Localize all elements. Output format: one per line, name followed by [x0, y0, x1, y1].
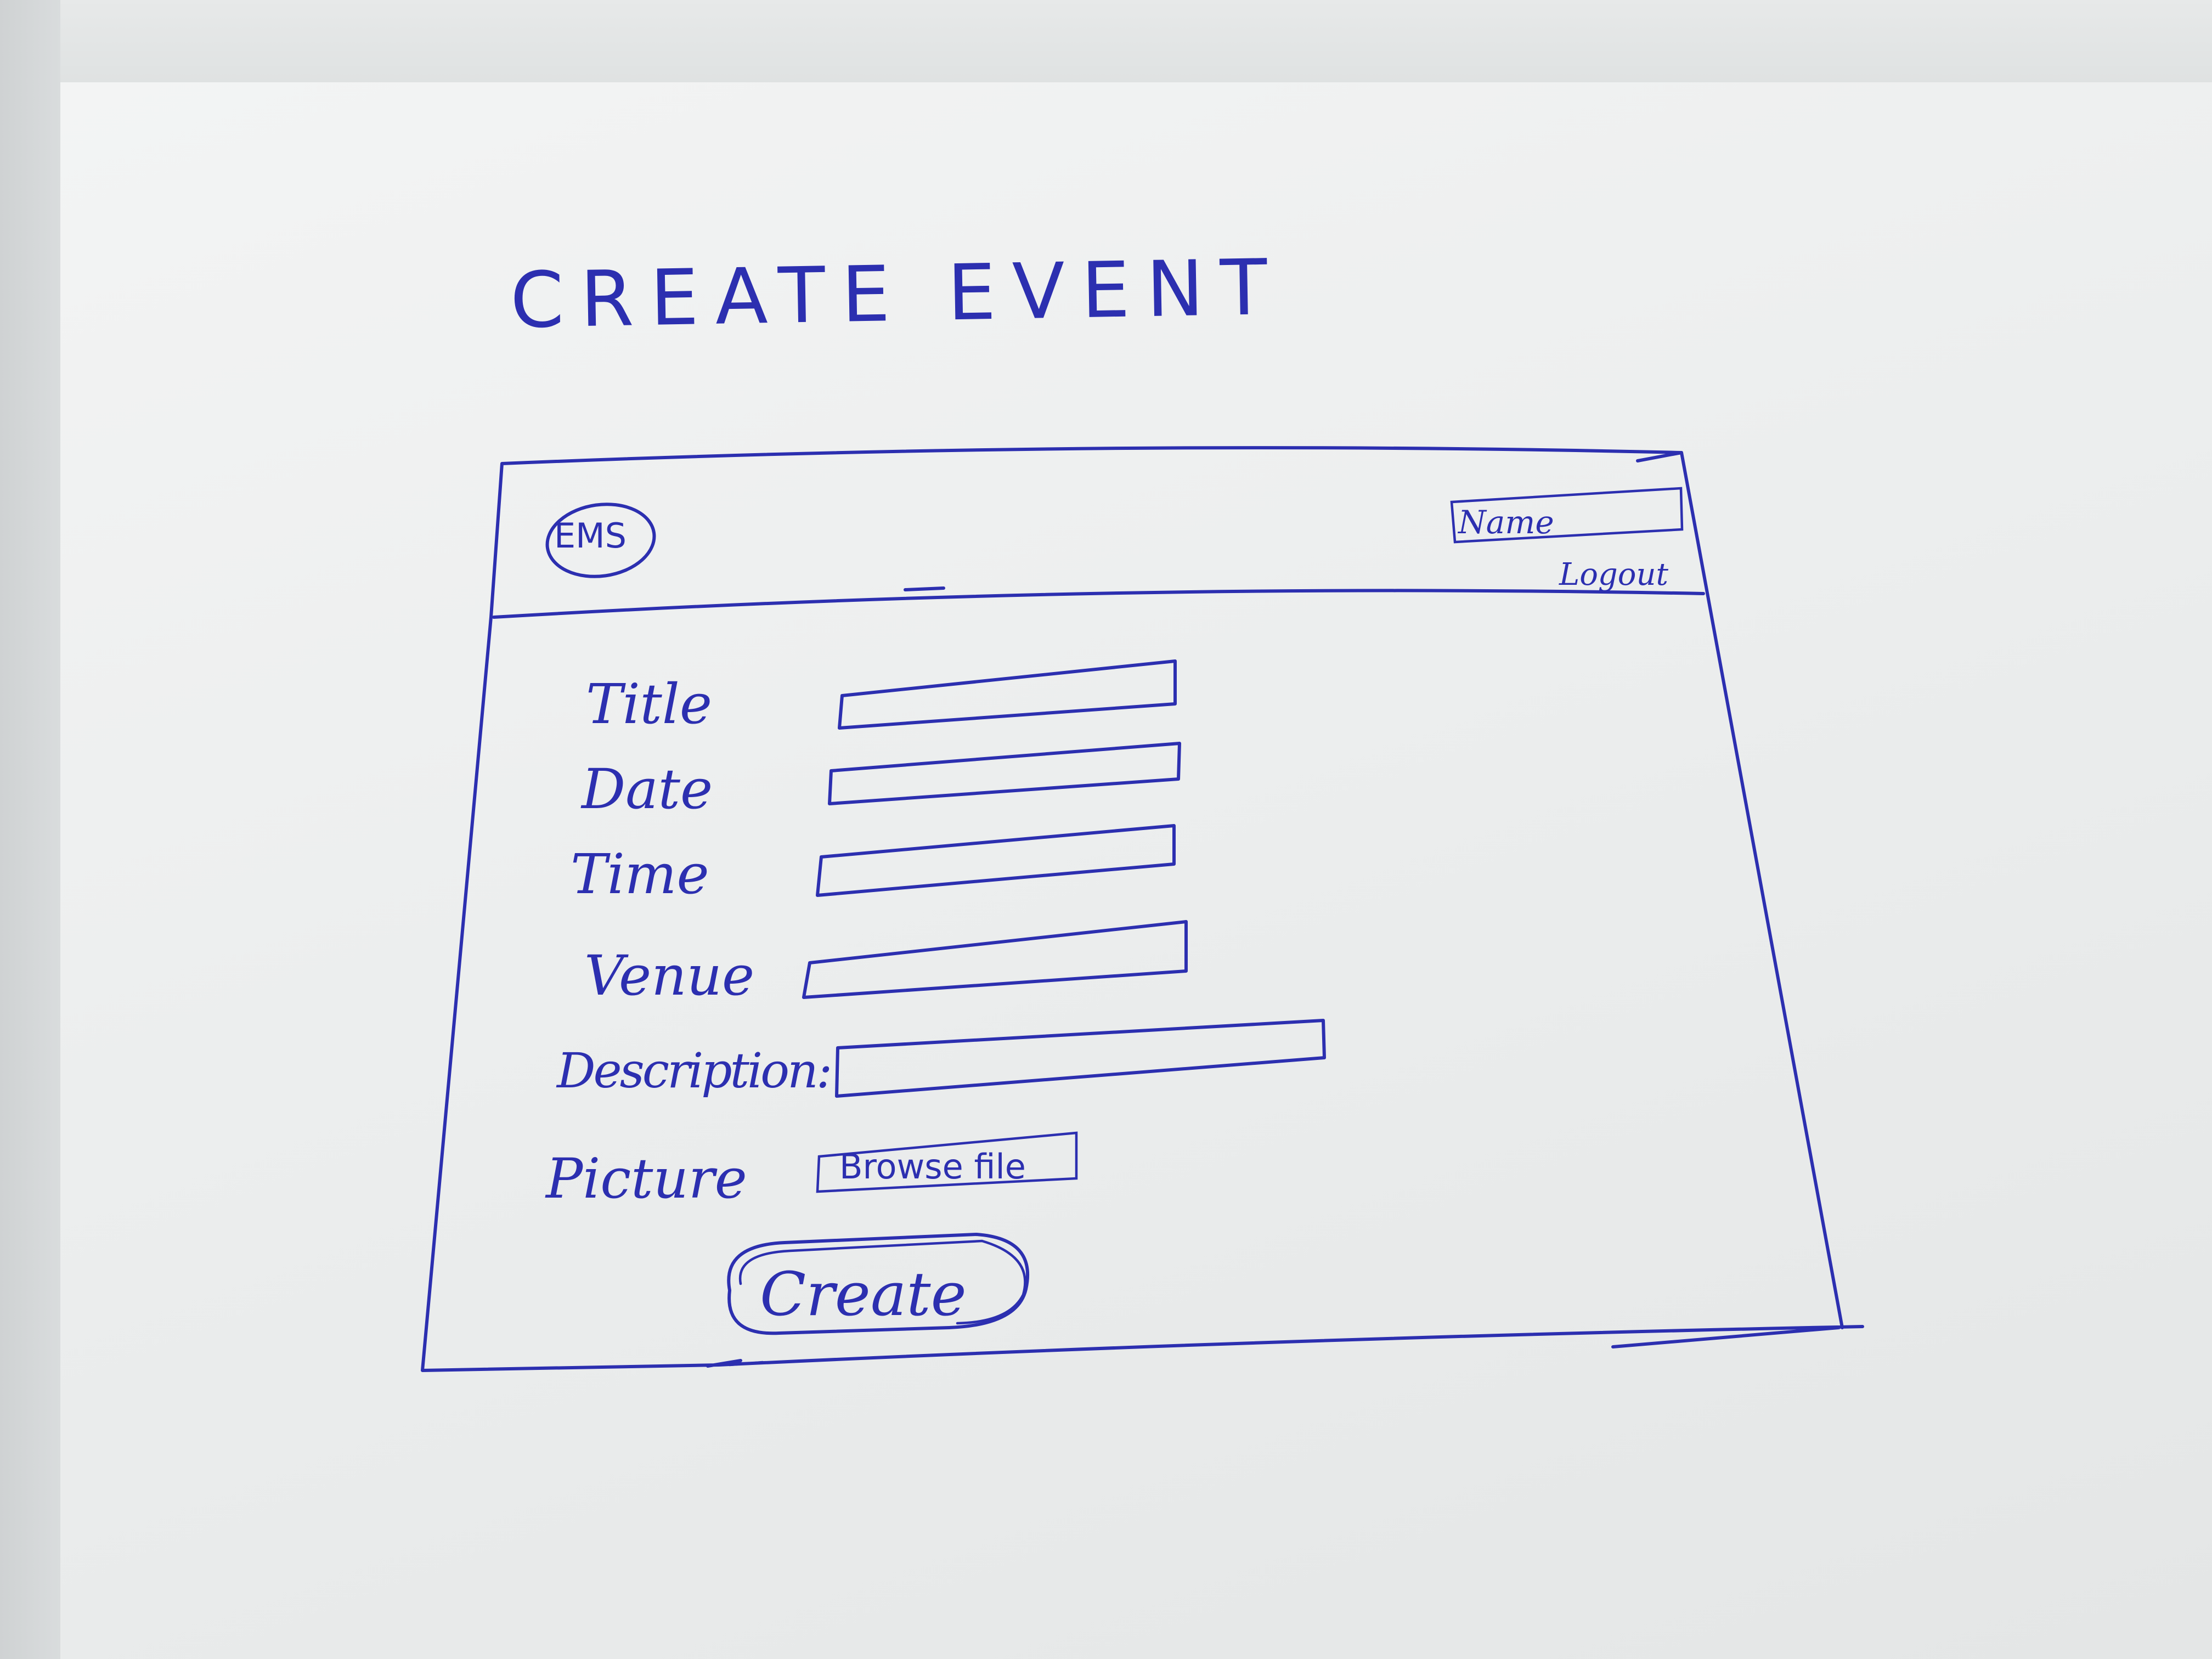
ems-logo[interactable]: EMS [554, 516, 627, 556]
header-divider [492, 586, 1705, 619]
description-input[interactable] [839, 1031, 1333, 1086]
title-label: Title [586, 672, 713, 736]
date-label: Date [582, 757, 713, 821]
wireframe-sketch [421, 446, 1864, 1372]
title-input[interactable] [845, 675, 1185, 719]
venue-label: Venue [584, 944, 755, 1008]
time-label: Time [571, 842, 709, 906]
create-button[interactable]: Create [760, 1259, 967, 1329]
user-name[interactable]: Name [1458, 504, 1554, 541]
picture-label: Picture [546, 1147, 747, 1211]
description-label: Description: [557, 1042, 832, 1099]
time-input[interactable] [823, 837, 1184, 883]
date-input[interactable] [834, 754, 1188, 795]
venue-input[interactable] [812, 935, 1196, 988]
logout-link[interactable]: Logout [1559, 557, 1668, 592]
browse-file-button[interactable]: Browse file [839, 1147, 1026, 1187]
